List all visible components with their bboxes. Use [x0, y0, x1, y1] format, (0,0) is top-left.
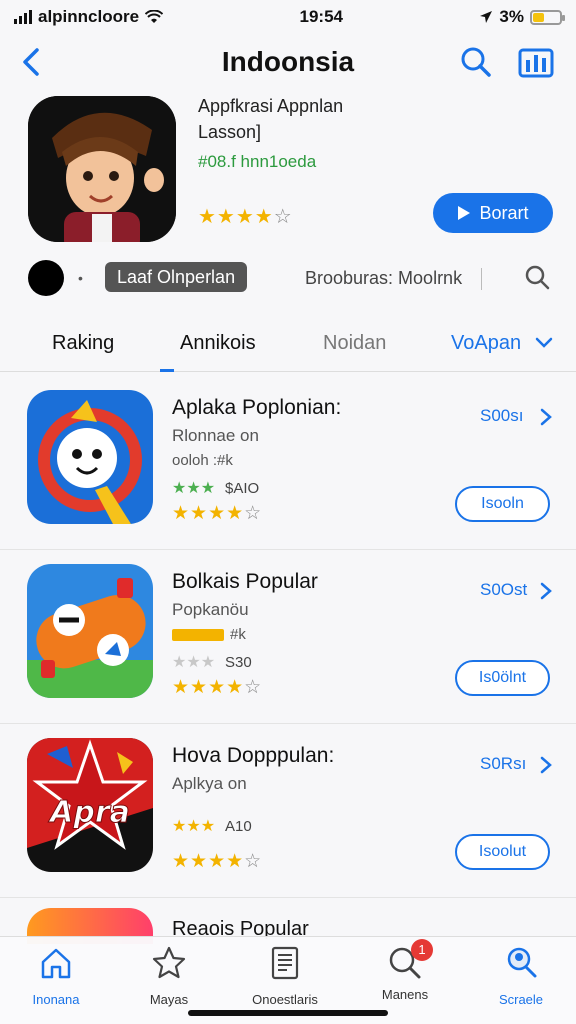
- rating-stars-empty: ☆: [244, 851, 263, 872]
- app-title: Hova Dopppulan:: [172, 744, 335, 767]
- divider: [481, 268, 482, 290]
- tab-noidan[interactable]: Noidan: [323, 332, 386, 355]
- chevron-down-icon[interactable]: [535, 336, 553, 350]
- list-item[interactable]: Aplaka Poplonian: Rlonnae on ooloh :#k ★…: [0, 376, 576, 550]
- tab-bar-documents[interactable]: Onoestlaris: [235, 945, 335, 1007]
- featured-app-tagline: #08.f hnn1oeda: [198, 152, 317, 171]
- sub-bar-text: Brooburas: Moolrnk: [305, 268, 463, 288]
- play-icon: [458, 206, 471, 220]
- wifi-icon: [145, 10, 164, 23]
- app-small-rating: ★★★ $AIO: [172, 478, 259, 498]
- app-subtitle: Aplkya on: [172, 774, 247, 793]
- rating-stars-filled: ★★★★: [172, 851, 245, 872]
- rating-stars-filled: ★★★★: [198, 206, 274, 228]
- battery-percent: 3%: [499, 7, 524, 26]
- tab-indicator: [160, 369, 174, 372]
- search-icon-wrap: 1: [387, 939, 433, 981]
- list-item[interactable]: Apra Hova Dopppulan: Aplkya on ★★★ A10 ★…: [0, 724, 576, 898]
- app-title: Bolkais Popular: [172, 570, 318, 593]
- home-icon: [41, 948, 71, 979]
- nav-bar: Indoonsia: [0, 40, 576, 84]
- small-rating-value: S30: [225, 653, 252, 671]
- app-rating: ★★★★☆: [172, 676, 262, 699]
- rating-stars-filled: ★★★★: [172, 503, 245, 524]
- app-icon[interactable]: [27, 390, 153, 524]
- app-price[interactable]: S0Ost: [480, 580, 527, 600]
- tab-annikois[interactable]: Annikois: [180, 332, 256, 355]
- signal-icon: [14, 10, 32, 24]
- app-price[interactable]: S0Rsı: [480, 754, 526, 774]
- category-tabs: Raking Annikois Noidan VoApan: [0, 320, 576, 372]
- featured-app: Appfkrasi Appnlan Lasson] #08.f hnn1oeda…: [0, 96, 576, 246]
- tab-bar-home[interactable]: Inonana: [6, 945, 106, 1007]
- chevron-right-icon[interactable]: [540, 408, 552, 426]
- app-small-rating: ★★★ S30: [172, 652, 252, 672]
- location-icon: [480, 11, 493, 23]
- app-small-rating: ★★★ A10: [172, 816, 252, 836]
- small-rating-value: A10: [225, 817, 252, 835]
- status-bar: alpinncloore 19:54 3%: [0, 0, 576, 34]
- chart-icon[interactable]: [518, 46, 554, 78]
- app-rating: ★★★★☆: [172, 502, 262, 525]
- rating-stars-filled: ★★★★: [172, 677, 245, 698]
- tab-bar-profile[interactable]: Scraele: [471, 945, 571, 1007]
- app-meta-text: #k: [230, 626, 246, 643]
- svg-text:Apra: Apra: [48, 795, 130, 830]
- separator-dot: •: [78, 270, 83, 286]
- rating-stars-empty: ☆: [244, 503, 263, 524]
- battery-icon: [529, 9, 565, 25]
- notification-badge: 1: [411, 939, 433, 961]
- status-right: 3%: [479, 7, 565, 27]
- filter-pill[interactable]: Laaf Olnperlan: [105, 262, 248, 292]
- profile-search-icon: [507, 947, 537, 978]
- app-rating: ★★★★☆: [172, 850, 262, 873]
- tab-bar-label: Manens: [381, 987, 429, 1002]
- app-price[interactable]: S00sı: [480, 406, 523, 426]
- install-button[interactable]: Isoolut: [455, 834, 550, 870]
- app-subtitle: Rlonnae on: [172, 426, 259, 445]
- tab-bar-label: Mayas: [149, 992, 189, 1007]
- tab-bar-label: Scraele: [498, 992, 544, 1007]
- small-stars: ★★★: [172, 480, 216, 497]
- tab-bar-search[interactable]: 1 Manens: [355, 939, 455, 1002]
- sub-bar: • Laaf Olnperlan Brooburas: Moolrnk: [0, 256, 576, 300]
- install-button[interactable]: Is0ölnt: [455, 660, 550, 696]
- featured-app-title: Appfkrasi Appnlan: [198, 96, 344, 116]
- small-stars: ★★★: [172, 654, 216, 671]
- install-button[interactable]: Isooln: [455, 486, 550, 522]
- featured-app-subtitle: Lasson]: [198, 122, 262, 142]
- app-icon[interactable]: [27, 564, 153, 698]
- get-button[interactable]: Borart: [433, 193, 553, 233]
- star-icon: [152, 946, 186, 979]
- search-icon[interactable]: [458, 44, 494, 80]
- small-rating-value: $AIO: [225, 479, 260, 497]
- rating-bar: [172, 629, 224, 642]
- home-indicator: [188, 1010, 388, 1016]
- status-time: 19:54: [299, 7, 343, 26]
- app-subtitle: Popkanöu: [172, 600, 249, 619]
- rating-stars-empty: ☆: [244, 677, 263, 698]
- featured-app-icon[interactable]: [28, 96, 176, 242]
- tab-bar-favorites[interactable]: Mayas: [119, 945, 219, 1007]
- tab-bar-label: Inonana: [32, 992, 80, 1007]
- app-meta: ooloh :#k: [172, 452, 233, 469]
- get-button-label: Borart: [479, 202, 529, 223]
- tab-bar-label: Onoestlaris: [252, 992, 318, 1007]
- tab-ranking[interactable]: Raking: [52, 332, 114, 355]
- app-meta: #k: [172, 626, 246, 643]
- chevron-right-icon[interactable]: [540, 582, 552, 600]
- app-title: Aplaka Poplonian:: [172, 396, 342, 419]
- rating-stars-empty: ☆: [273, 206, 293, 228]
- carrier-name: alpinncloore: [38, 7, 140, 26]
- list-item[interactable]: Bolkais Popular Popkanöu #k ★★★ S30 ★★★★…: [0, 550, 576, 724]
- featured-app-rating: ★★★★☆: [198, 204, 293, 229]
- document-icon: [271, 946, 299, 980]
- app-icon[interactable]: Apra: [27, 738, 153, 872]
- tab-voapan[interactable]: VoApan: [451, 332, 521, 355]
- small-stars: ★★★: [172, 818, 216, 835]
- chevron-right-icon[interactable]: [540, 756, 552, 774]
- status-left: alpinncloore: [14, 7, 164, 27]
- search-icon[interactable]: [522, 262, 552, 292]
- avatar[interactable]: [28, 260, 64, 296]
